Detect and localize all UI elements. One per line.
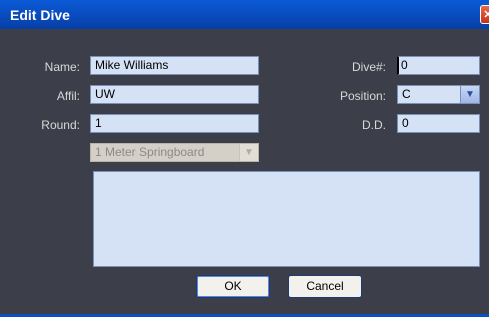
round-label: Round: <box>41 118 80 132</box>
affil-field[interactable]: UW <box>90 85 259 104</box>
dive-number-field[interactable]: 0 <box>397 56 480 75</box>
board-select: 1 Meter Springboard ▼ <box>90 143 259 162</box>
name-label: Name: <box>44 60 80 74</box>
chevron-down-icon: ▼ <box>239 144 258 161</box>
dive-number-label: Dive#: <box>351 60 386 74</box>
dialog-body: Name: Mike Williams Affil: UW Round: 1 1… <box>0 29 489 314</box>
title-bar[interactable]: Edit Dive ✕ <box>0 0 489 29</box>
dd-label: D.D. <box>362 118 386 132</box>
board-select-value: 1 Meter Springboard <box>95 145 205 159</box>
cancel-button[interactable]: Cancel <box>288 275 362 298</box>
ok-button[interactable]: OK <box>196 275 270 298</box>
close-icon[interactable]: ✕ <box>480 5 489 24</box>
notes-textarea[interactable] <box>93 171 480 267</box>
chevron-down-icon[interactable]: ▼ <box>460 86 479 103</box>
name-field[interactable]: Mike Williams <box>90 56 259 75</box>
position-label: Position: <box>339 89 386 103</box>
window-title: Edit Dive <box>10 7 70 23</box>
position-select[interactable]: C ▼ <box>397 85 480 104</box>
position-select-value: C <box>402 87 411 101</box>
dd-field[interactable]: 0 <box>397 114 480 133</box>
affil-label: Affil: <box>56 89 80 103</box>
edit-dive-dialog: Edit Dive ✕ Name: Mike Williams Affil: U… <box>0 0 489 317</box>
round-field[interactable]: 1 <box>90 114 259 133</box>
